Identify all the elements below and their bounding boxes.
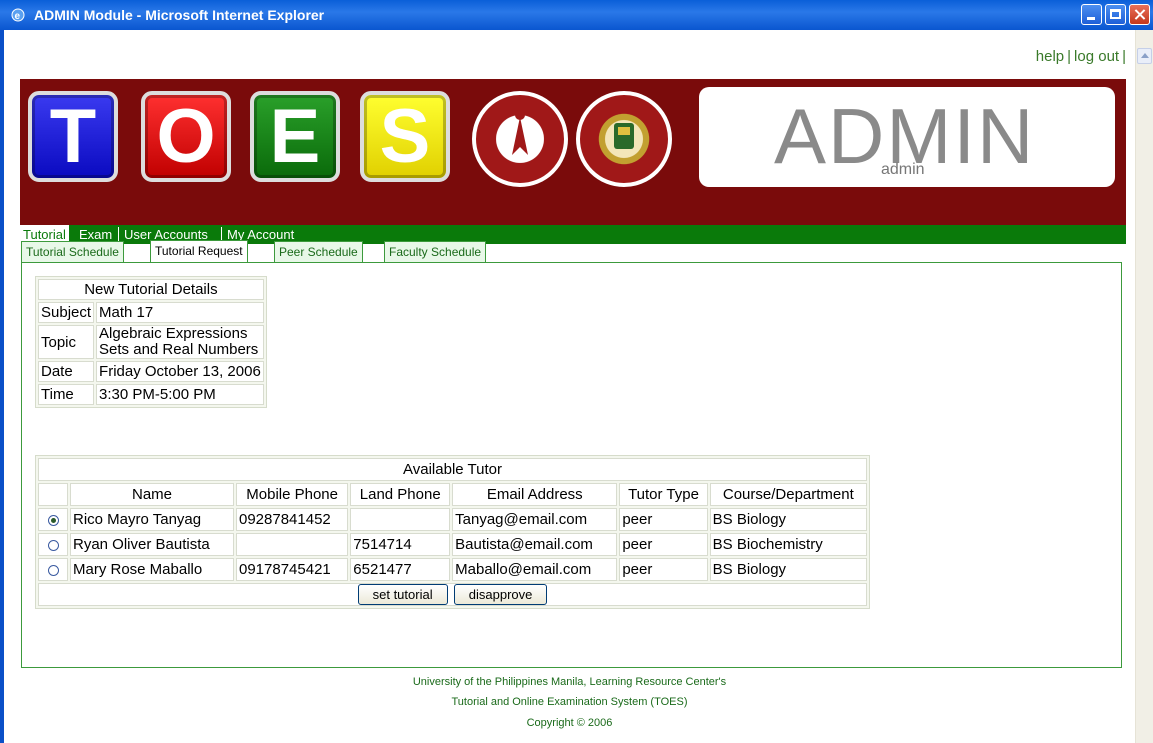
set-tutorial-button[interactable]: set tutorial	[357, 584, 448, 605]
maximize-button[interactable]	[1105, 4, 1126, 25]
minimize-button[interactable]	[1081, 4, 1102, 25]
page-viewport: help | log out | T O E S ADMIN admin Tutori…	[4, 30, 1135, 743]
tutor-email: Bautista@email.com	[452, 533, 618, 556]
column-header-select	[38, 483, 68, 506]
topic-line: Algebraic Expressions	[99, 325, 248, 342]
nav-item-exam[interactable]: Exam	[79, 227, 112, 242]
tutor-land	[350, 508, 451, 531]
details-value: Friday October 13, 2006	[96, 361, 264, 382]
radio-cell	[38, 508, 68, 531]
tutor-radio[interactable]	[47, 539, 59, 551]
top-links: help | log out |	[1036, 48, 1129, 65]
university-seal-icon	[576, 91, 672, 187]
column-header: Land Phone	[350, 483, 451, 506]
footer-line-1: University of the Philippines Manila, Le…	[412, 676, 727, 688]
close-button[interactable]	[1129, 4, 1150, 25]
admin-username: admin	[881, 161, 925, 178]
available-tutor-table: Available Tutor Name Mobile Phone Land P…	[35, 455, 870, 609]
logo-tile-t: T	[28, 91, 118, 182]
details-value: 3:30 PM-5:00 PM	[96, 384, 264, 405]
svg-text:e: e	[15, 11, 21, 22]
vertical-scrollbar[interactable]	[1135, 30, 1153, 743]
details-header: New Tutorial Details	[38, 279, 264, 300]
tab-peer-schedule[interactable]: Peer Schedule	[274, 241, 363, 262]
help-link[interactable]: help	[1036, 48, 1064, 65]
details-label: Date	[38, 361, 95, 382]
tutor-mobile	[235, 533, 349, 556]
column-header: Name	[70, 483, 234, 506]
link-separator: |	[1067, 48, 1072, 65]
tab-faculty-schedule[interactable]: Faculty Schedule	[384, 241, 487, 262]
tutor-course: BS Biochemistry	[709, 533, 867, 556]
details-label: Topic	[38, 325, 95, 359]
tutor-land: 7514714	[350, 533, 451, 556]
nav-separator	[221, 227, 222, 241]
action-row: set tutorial disapprove	[38, 583, 867, 606]
table-row: Rico Mayro Tanyag 09287841452 Tanyag@ema…	[38, 508, 867, 531]
internet-explorer-icon: e	[10, 7, 26, 23]
radio-cell	[38, 558, 68, 581]
scroll-up-arrow-icon[interactable]	[1137, 48, 1152, 64]
table-row: Mary Rose Maballo 09178745421 6521477 Ma…	[38, 558, 867, 581]
tutor-email: Tanyag@email.com	[452, 508, 618, 531]
details-value: Math 17	[96, 302, 264, 323]
link-separator: |	[1122, 48, 1126, 65]
footer-line-2: Tutorial and Online Examination System (…	[451, 696, 688, 708]
admin-panel: ADMIN admin	[699, 87, 1115, 187]
radio-cell	[38, 533, 68, 556]
tab-tutorial-schedule[interactable]: Tutorial Schedule	[21, 241, 124, 262]
tutor-mobile: 09287841452	[235, 508, 349, 531]
details-label: Time	[38, 384, 95, 405]
tutor-course: BS Biology	[709, 558, 867, 581]
tutor-type: peer	[619, 508, 708, 531]
tutor-course: BS Biology	[709, 508, 867, 531]
tutor-radio[interactable]	[47, 514, 59, 526]
window-title: ADMIN Module - Microsoft Internet Explor…	[34, 7, 325, 23]
logo-tile-o: O	[141, 91, 231, 182]
tutor-name: Rico Mayro Tanyag	[70, 508, 234, 531]
logo-tile-s: S	[360, 91, 450, 182]
column-header: Email Address	[452, 483, 618, 506]
details-value: Algebraic Expressions Sets and Real Numb…	[96, 325, 264, 359]
disapprove-button[interactable]: disapprove	[453, 584, 548, 605]
tab-tutorial-request[interactable]: Tutorial Request	[150, 240, 248, 262]
tutor-land: 6521477	[350, 558, 451, 581]
tutor-email: Maballo@email.com	[452, 558, 618, 581]
column-header: Tutor Type	[619, 483, 708, 506]
tutor-table-header: Available Tutor	[38, 458, 867, 481]
footer-copyright: Copyright © 2006	[526, 717, 613, 729]
tutor-type: peer	[619, 558, 708, 581]
tutor-mobile: 09178745421	[235, 558, 349, 581]
column-header: Mobile Phone	[235, 483, 349, 506]
tutor-name: Ryan Oliver Bautista	[70, 533, 234, 556]
tutor-name: Mary Rose Maballo	[70, 558, 234, 581]
header-banner: T O E S ADMIN admin	[20, 79, 1126, 225]
column-header: Course/Department	[709, 483, 867, 506]
learning-resource-center-seal-icon	[472, 91, 568, 187]
table-row: Ryan Oliver Bautista 7514714 Bautista@em…	[38, 533, 867, 556]
tutor-radio[interactable]	[47, 564, 59, 576]
topic-line: Sets and Real Numbers	[99, 341, 259, 358]
logo-tile-e: E	[250, 91, 340, 182]
nav-separator	[118, 227, 119, 241]
tutor-type: peer	[619, 533, 708, 556]
tutorial-details-table: New Tutorial Details Subject Math 17 Top…	[35, 276, 267, 408]
details-label: Subject	[38, 302, 95, 323]
window-titlebar: e ADMIN Module - Microsoft Internet Expl…	[0, 0, 1153, 30]
logout-link[interactable]: log out	[1074, 48, 1119, 65]
